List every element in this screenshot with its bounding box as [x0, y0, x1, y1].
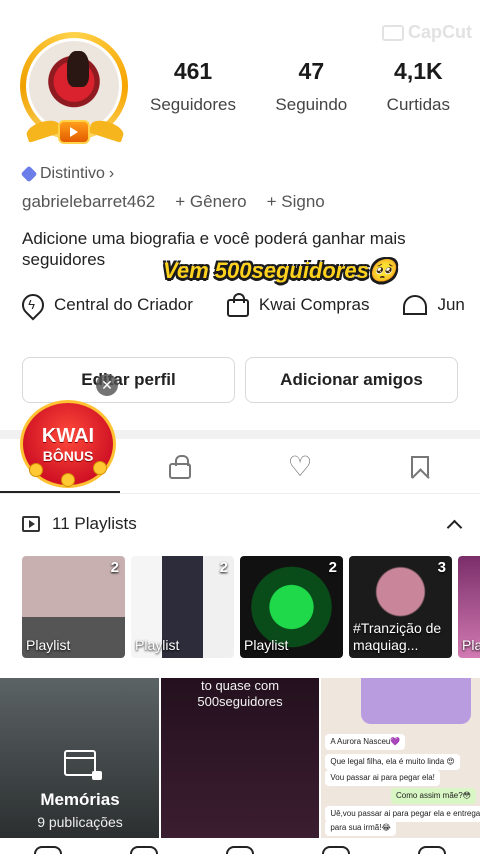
memories-card[interactable]: Memórias 9 publicações	[0, 678, 159, 838]
edit-profile-button[interactable]: Editar perfil	[22, 357, 235, 403]
video-thumbnail[interactable]: A Aurora Nasceu💜 Que legal filha, ela é …	[321, 678, 480, 838]
video-grid: Memórias 9 publicações to quase com 500s…	[0, 678, 480, 838]
followers-label: Seguidores	[150, 95, 237, 114]
profile-stats: 461 Seguidores 47 Seguindo 4,1K Curtidas	[150, 58, 450, 115]
capcut-watermark: CapCut	[382, 22, 472, 43]
playlist-card[interactable]: 3 #Tranzição de maquiag...	[349, 556, 452, 658]
tab-liked[interactable]: ♡	[240, 440, 360, 493]
create-icon[interactable]	[226, 846, 254, 854]
username: gabrielebarret462	[22, 192, 156, 211]
playlists-header[interactable]: 11 Playlists	[22, 514, 463, 535]
playlist-count: 2	[110, 559, 119, 576]
kwai-promo-line1: KWAI	[41, 424, 95, 447]
chat-message: para sua irmã!😂	[325, 820, 396, 836]
chat-message: Que legal filha, ela é muito linda 😍	[325, 754, 460, 770]
jun-link[interactable]: Jun	[403, 294, 465, 316]
frame-wing-right	[88, 117, 126, 143]
coin-icon	[29, 463, 43, 477]
following-count: 47	[298, 58, 325, 84]
play-badge-icon	[58, 120, 90, 144]
bottom-navigation	[0, 840, 480, 854]
playlist-count: 2	[219, 559, 228, 576]
chat-image	[361, 678, 472, 724]
creator-center-label: Central do Criador	[54, 295, 193, 314]
add-sign-link[interactable]: + Signo	[267, 192, 325, 212]
memories-title: Memórias	[40, 790, 120, 809]
video-caption: to quase com 500seguidores	[197, 678, 283, 709]
badge-link-label: Distintivo	[40, 165, 105, 182]
followers-count: 461	[173, 58, 213, 84]
playlist-title: Playlist	[244, 637, 289, 653]
inbox-icon[interactable]	[322, 846, 350, 854]
frame-wing-left	[24, 117, 62, 143]
jun-label: Jun	[437, 295, 465, 314]
discover-icon[interactable]	[130, 846, 158, 854]
stat-following[interactable]: 47 Seguindo	[275, 58, 347, 115]
tab-private[interactable]	[120, 440, 240, 493]
chevron-right-icon: ›	[108, 165, 115, 182]
stat-followers[interactable]: 461 Seguidores	[150, 58, 236, 115]
add-friends-button[interactable]: Adicionar amigos	[245, 357, 458, 403]
playlist-title: Playlist	[135, 637, 180, 653]
likes-count: 4,1K	[394, 58, 443, 84]
memories-clapper-icon	[64, 750, 102, 780]
playlist-card[interactable]: Pla	[458, 556, 480, 658]
add-gender-link[interactable]: + Gênero	[175, 192, 246, 212]
kwai-shopping-label: Kwai Compras	[258, 295, 370, 314]
video-thumbnail[interactable]: to quase com 500seguidores	[160, 678, 320, 838]
kwai-shopping-link[interactable]: Kwai Compras	[226, 293, 370, 317]
playlist-card[interactable]: 2 Playlist	[131, 556, 234, 658]
tent-icon	[403, 295, 428, 315]
home-icon[interactable]	[34, 846, 62, 854]
stat-likes[interactable]: 4,1K Curtidas	[387, 58, 450, 115]
playlist-title: #Tranzição de maquiag...	[353, 620, 442, 653]
kwai-promo-line2: BÔNUS	[42, 447, 94, 464]
bolt-icon	[17, 289, 49, 321]
avatar[interactable]	[18, 30, 130, 148]
close-icon[interactable]: ✕	[96, 374, 118, 396]
coin-icon	[93, 461, 107, 475]
watermark-text: CapCut	[408, 22, 472, 42]
playlist-title: Playlist	[26, 637, 71, 653]
chevron-up-icon[interactable]	[446, 519, 463, 535]
creator-center-link[interactable]: Central do Criador	[17, 289, 193, 321]
bookmark-icon	[411, 455, 429, 478]
playlist-title: Pla	[462, 637, 480, 653]
profile-icon[interactable]	[418, 846, 446, 854]
chat-message: Como assim mãe?😳	[390, 788, 477, 804]
kwai-bonus-promo[interactable]: KWAI BÔNUS	[20, 400, 116, 488]
shopping-bag-icon	[226, 293, 249, 317]
playlist-count: 2	[328, 559, 337, 576]
capcut-logo-icon	[382, 24, 404, 41]
chat-message: Vou passar ai para pegar ela!	[325, 770, 440, 786]
playlist-count: 3	[437, 559, 446, 576]
coin-icon	[61, 473, 75, 487]
lock-icon	[169, 454, 191, 479]
playlist-card[interactable]: 2 Playlist	[22, 556, 125, 658]
playlist-icon	[22, 516, 40, 532]
badge-hexagon-icon	[20, 165, 38, 183]
badge-link[interactable]: Distintivo ›	[20, 165, 115, 183]
tab-saved[interactable]	[360, 440, 480, 493]
heart-icon: ♡	[287, 450, 313, 482]
chat-message: A Aurora Nasceu💜	[325, 734, 406, 750]
playlist-card[interactable]: 2 Playlist	[240, 556, 343, 658]
memories-count: 9 publicações	[37, 814, 123, 830]
quick-links: Central do Criador Kwai Compras Jun	[17, 289, 465, 321]
playlist-carousel: 2 Playlist 2 Playlist 2 Playlist 3 #Tran…	[22, 556, 480, 658]
profile-info-row: gabrielebarret462 + Gênero + Signo	[22, 192, 325, 212]
video-sticker-text: Vem 500seguidores🥺	[163, 258, 397, 283]
likes-label: Curtidas	[386, 95, 450, 114]
following-label: Seguindo	[275, 95, 348, 114]
playlists-count-label: 11 Playlists	[52, 514, 137, 533]
